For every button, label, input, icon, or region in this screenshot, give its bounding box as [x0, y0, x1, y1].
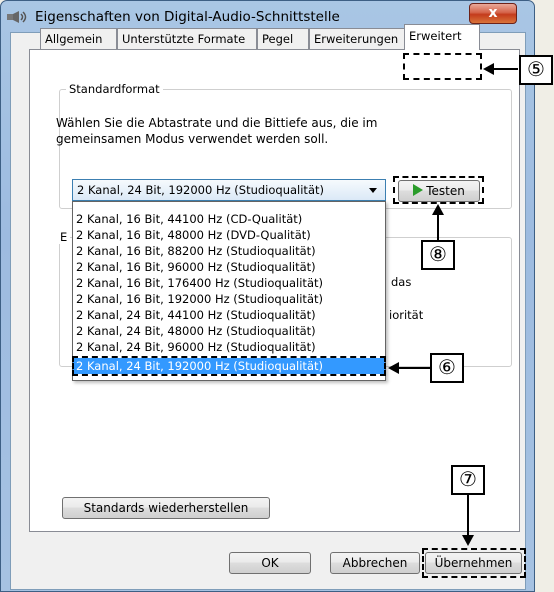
highlight-test-button	[393, 176, 484, 204]
highlight-tab-erweitert	[403, 53, 482, 80]
callout-6: ⑥	[430, 353, 464, 383]
callout-7: ⑦	[451, 465, 485, 495]
annotation-arrows	[388, 63, 518, 546]
highlight-apply-button	[422, 548, 526, 578]
highlight-selected-option	[72, 356, 386, 376]
callout-5: ⑤	[519, 55, 553, 85]
callout-8: ⑧	[421, 240, 455, 270]
